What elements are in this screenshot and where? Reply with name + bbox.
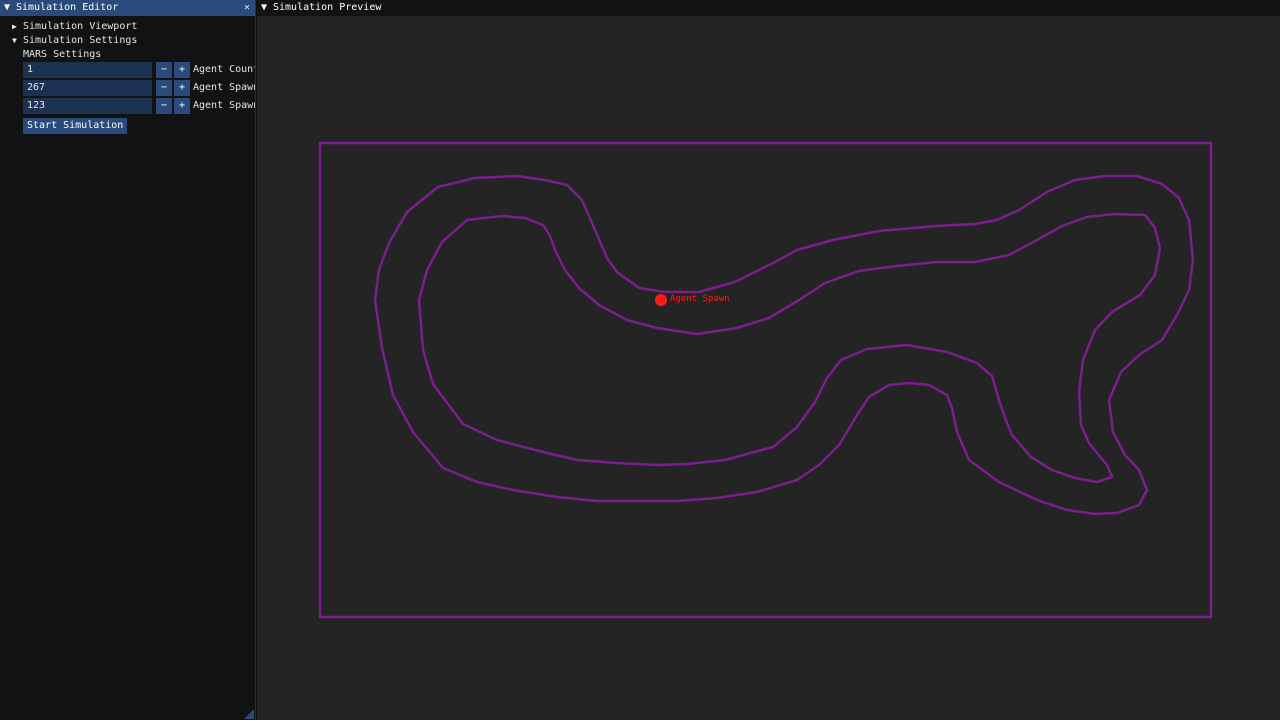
start-simulation-button[interactable]: Start Simulation — [23, 118, 128, 134]
simulation-preview-panel: ▼ Simulation Preview Agent Spawn — [257, 0, 1280, 720]
decrement-button[interactable]: − — [156, 98, 172, 114]
collapse-arrow-icon[interactable]: ▼ — [4, 0, 16, 16]
tree-node-label: Simulation Settings — [23, 35, 138, 46]
editor-title-bar[interactable]: ▼ Simulation Editor ✕ — [0, 0, 255, 16]
world-boundary — [318, 141, 1213, 619]
tree-node-simulation-settings[interactable]: ▼ Simulation Settings — [12, 34, 137, 48]
agent-spawn-y-input[interactable]: 123 — [23, 98, 152, 114]
increment-button[interactable]: + — [174, 80, 190, 96]
increment-button[interactable]: + — [174, 98, 190, 114]
field-label: Agent Spawn — [193, 82, 255, 93]
tree-node-label: Simulation Viewport — [23, 21, 138, 32]
decrement-button[interactable]: − — [156, 80, 172, 96]
chevron-down-icon: ▼ — [12, 36, 17, 45]
simulation-editor-panel: ▼ Simulation Editor ✕ ▶ Simulation Viewpor… — [0, 0, 256, 720]
close-icon[interactable]: ✕ — [244, 0, 250, 16]
field-label: Agent Count — [193, 64, 255, 75]
agent-spawn-x-input[interactable]: 267 — [23, 80, 152, 96]
tree-node-simulation-viewport[interactable]: ▶ Simulation Viewport — [12, 20, 137, 34]
agent-count-input[interactable]: 1 — [23, 62, 152, 78]
decrement-button[interactable]: − — [156, 62, 172, 78]
increment-button[interactable]: + — [174, 62, 190, 78]
agent-spawn-marker — [655, 294, 667, 306]
agent-spawn-label: Agent Spawn — [670, 294, 730, 304]
resize-grip-icon[interactable] — [244, 709, 254, 719]
section-label-mars-settings: MARS Settings — [23, 49, 102, 60]
field-label: Agent Spawn — [193, 100, 255, 111]
chevron-right-icon: ▶ — [12, 22, 17, 31]
preview-canvas[interactable] — [257, 0, 1280, 720]
track-outer-wall — [373, 174, 1195, 516]
editor-title: Simulation Editor — [16, 2, 119, 13]
